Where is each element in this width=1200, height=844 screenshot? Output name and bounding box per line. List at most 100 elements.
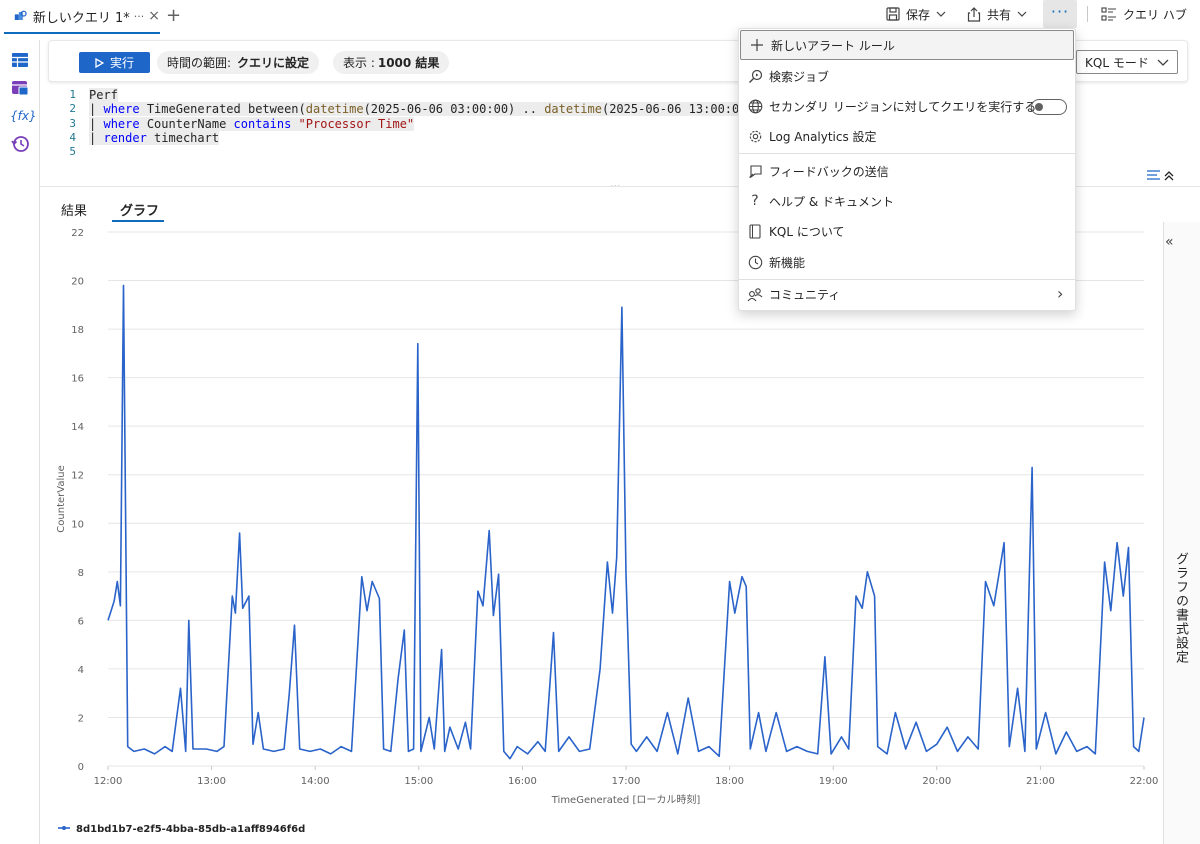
x-tick-label: 15:00 [404, 776, 433, 787]
pipe-token: | [89, 131, 97, 145]
fx-icon[interactable]: {fx} [10, 106, 37, 126]
string-token: "Processor Time" [298, 117, 415, 131]
y-tick-label: 14 [71, 422, 84, 433]
help-icon: ? [751, 193, 759, 209]
tab-query-1[interactable]: 新しいクエリ 1* ··· × [4, 0, 160, 34]
menu-divider [739, 153, 1075, 154]
code-line-2: | where TimeGenerated between(datetime(2… [89, 102, 761, 116]
y-tick-label: 20 [71, 277, 84, 288]
menu-item-secondary-region[interactable]: セカンダリ リージョンに対してクエリを実行する [739, 91, 1075, 121]
x-tick-label: 22:00 [1130, 776, 1159, 787]
menu-item-community[interactable]: コミュニティ › [739, 279, 1075, 309]
y-tick-label: 6 [78, 616, 84, 627]
code-line-3: | where CounterName contains "Processor … [89, 117, 415, 131]
save-icon [886, 7, 900, 21]
query-hub-label: クエリ ハブ [1123, 7, 1187, 22]
tab-title: 新しいクエリ 1* [32, 10, 130, 26]
x-tick-label: 13:00 [197, 776, 226, 787]
menu-item-label: KQL について [769, 224, 845, 239]
run-button[interactable]: 実行 [79, 52, 150, 73]
query-hub-button[interactable]: クエリ ハブ [1101, 0, 1187, 28]
result-limit-value: 1000 結果 [377, 56, 440, 70]
chart-format-label: グラフの書式設定 [1173, 552, 1188, 664]
x-axis-title: TimeGenerated [ローカル時刻] [551, 793, 701, 806]
people-icon [747, 286, 763, 302]
tab-results[interactable]: 結果 [61, 200, 87, 219]
menu-item-help[interactable]: ? ヘルプ & ドキュメント [739, 186, 1075, 216]
function-token: datetime [305, 102, 364, 116]
x-tick-label: 12:00 [94, 776, 123, 787]
function-table-icon[interactable] [10, 78, 30, 98]
book-icon [747, 223, 763, 239]
tab-more-icon[interactable]: ··· [134, 10, 145, 23]
y-tick-label: 16 [71, 374, 84, 385]
menu-item-whats-new[interactable]: 新機能 [739, 247, 1075, 277]
toggle-knob [1035, 103, 1043, 111]
chevron-down-icon [936, 11, 946, 17]
new-tab-button[interactable]: + [166, 5, 181, 26]
line-number: 5 [69, 145, 76, 158]
save-button[interactable]: 保存 [886, 0, 952, 28]
series-line [107, 284, 1145, 760]
code-token: TimeGenerated between( [139, 102, 306, 116]
legend-marker [62, 826, 66, 830]
kql-mode-dropdown[interactable]: KQL モード [1076, 50, 1178, 74]
gear-icon [747, 128, 763, 144]
kql-mode-label: KQL モード [1085, 55, 1149, 70]
save-label: 保存 [906, 7, 931, 22]
keyword-token: where [103, 117, 140, 131]
time-range-picker[interactable]: 時間の範囲: クエリに設定 [157, 51, 320, 74]
line-number: 1 [69, 88, 76, 101]
y-tick-label: 0 [78, 762, 84, 773]
timechart: 0 2 4 6 8 10 12 14 16 18 20 22 12:00 13:00 14:00 15:00 1… [56, 228, 1159, 835]
y-tick-label: 22 [71, 228, 84, 239]
result-limit-picker[interactable]: 表示 : 1000 結果 [333, 51, 450, 74]
close-tab-icon[interactable]: × [148, 8, 160, 24]
code-token: (2025-06-06 03:00:00) .. [363, 102, 545, 116]
x-tick-label: 18:00 [715, 776, 744, 787]
menu-item-search-job[interactable]: 検索ジョブ [739, 61, 1075, 91]
tab-graph[interactable]: グラフ [120, 200, 159, 219]
chevron-right-icon: › [1057, 284, 1064, 303]
chevron-down-icon [1157, 59, 1169, 66]
x-tick-label: 17:00 [612, 776, 641, 787]
function-token: datetime [544, 102, 602, 116]
chart-format-panel[interactable] [1163, 222, 1200, 844]
menu-item-new-alert-rule[interactable]: 新しいアラート ルール [740, 30, 1074, 60]
history-icon[interactable] [10, 134, 30, 154]
code-token: timechart [146, 131, 220, 145]
menu-item-about-kql[interactable]: KQL について [739, 216, 1075, 246]
x-tick-label: 16:00 [508, 776, 537, 787]
code-token: CounterName [139, 117, 234, 131]
menu-item-label: 検索ジョブ [769, 69, 830, 84]
y-tick-label: 8 [78, 568, 84, 579]
format-collapse-icon[interactable] [1146, 168, 1176, 182]
share-button[interactable]: 共有 [967, 0, 1033, 28]
menu-item-feedback[interactable]: フィードバックの送信 [739, 156, 1075, 186]
code-line-1: Perf [89, 88, 118, 102]
left-rail: {fx} [0, 40, 40, 844]
pipe-token: | [89, 102, 97, 116]
keyword-token: contains [233, 117, 292, 131]
share-icon [967, 6, 981, 22]
secondary-region-toggle[interactable] [1031, 99, 1067, 115]
plus-icon [749, 37, 765, 53]
keyword-token: where [103, 102, 140, 116]
play-icon [95, 57, 104, 68]
run-label: 実行 [109, 56, 134, 70]
y-tick-label: 12 [71, 471, 84, 482]
menu-item-label: Log Analytics 設定 [769, 129, 877, 144]
chevron-down-icon [1017, 11, 1027, 17]
x-tick-label: 20:00 [922, 776, 951, 787]
menu-item-log-analytics-settings[interactable]: Log Analytics 設定 [739, 121, 1075, 151]
globe-icon [747, 98, 763, 114]
expand-panel-icon[interactable]: « [1165, 234, 1174, 250]
pipe-token: | [89, 117, 97, 131]
x-tick-label: 21:00 [1026, 776, 1055, 787]
more-options-button[interactable]: ··· [1043, 0, 1077, 28]
line-number: 3 [69, 117, 76, 130]
table-icon[interactable] [10, 50, 30, 70]
menu-item-label: 新機能 [769, 255, 806, 270]
y-tick-label: 10 [71, 519, 84, 530]
feedback-icon [747, 163, 763, 179]
